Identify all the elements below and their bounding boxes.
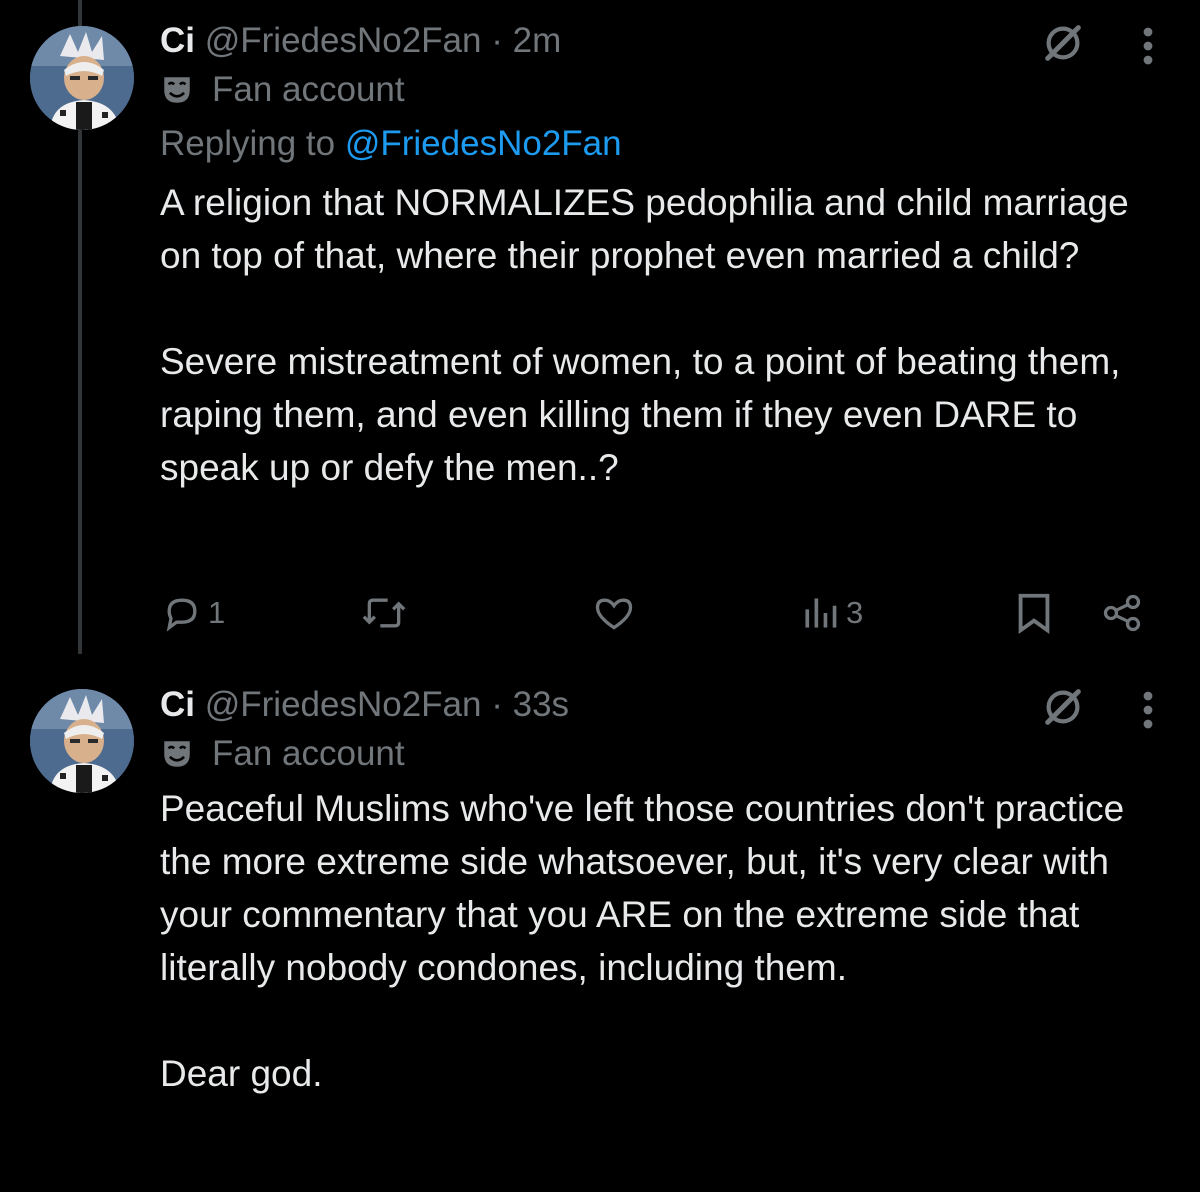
replying-prefix: Replying to [160, 124, 336, 163]
views-count: 3 [846, 595, 864, 630]
handle[interactable]: @FriedesNo2Fan [205, 685, 482, 724]
account-label: Fan account [160, 64, 1160, 116]
tweet-paragraph: Dear god. [160, 1053, 323, 1094]
reply-count: 1 [208, 595, 226, 630]
separator-dot: · [491, 685, 503, 724]
retweet-icon [362, 598, 406, 628]
reply-icon [166, 598, 197, 632]
tweet-paragraph: Severe mistreatment of women, to a point… [160, 341, 1121, 488]
tweet-text: A religion that NORMALIZES pedophilia an… [160, 176, 1160, 494]
timestamp[interactable]: 2m [513, 21, 562, 60]
avatar[interactable] [30, 689, 134, 793]
reply-button[interactable]: 1 [160, 585, 225, 641]
separator-dot: · [491, 21, 503, 60]
bookmark-icon [1018, 593, 1050, 634]
tweet-text: Peaceful Muslims who've left those count… [160, 782, 1160, 1100]
account-label-text: Fan account [212, 734, 405, 773]
more-icon[interactable] [1142, 26, 1154, 66]
replying-to: Replying to @FriedesNo2Fan [160, 116, 1160, 172]
grok-icon[interactable] [1040, 684, 1086, 730]
account-label: Fan account [160, 728, 1160, 780]
like-icon [595, 598, 633, 630]
tweet-header: Ci @FriedesNo2Fan · 2m [160, 18, 1160, 64]
bookmark-button[interactable] [1014, 585, 1054, 641]
views-button[interactable]: 3 [800, 585, 863, 641]
tweet-paragraph: Peaceful Muslims who've left those count… [160, 788, 1125, 988]
views-icon [805, 598, 837, 628]
tweet-actions: 1 3 [160, 585, 1150, 641]
grok-icon[interactable] [1040, 20, 1086, 66]
handle[interactable]: @FriedesNo2Fan [205, 21, 482, 60]
more-icon[interactable] [1142, 690, 1154, 730]
share-icon [1103, 594, 1141, 632]
tweet-header: Ci @FriedesNo2Fan · 33s [160, 682, 1160, 728]
share-button[interactable] [1100, 585, 1144, 641]
mask-icon [164, 741, 190, 767]
replying-handle-link[interactable]: @FriedesNo2Fan [345, 124, 622, 163]
display-name[interactable]: Ci [160, 685, 195, 724]
avatar-image [30, 26, 134, 130]
like-button[interactable] [592, 585, 636, 641]
avatar[interactable] [30, 26, 134, 130]
mask-icon [164, 77, 190, 103]
display-name[interactable]: Ci [160, 21, 195, 60]
tweet-paragraph: A religion that NORMALIZES pedophilia an… [160, 182, 1129, 276]
account-label-text: Fan account [212, 70, 405, 109]
avatar-image [30, 689, 134, 793]
retweet-button[interactable] [360, 585, 408, 641]
timestamp[interactable]: 33s [513, 685, 569, 724]
